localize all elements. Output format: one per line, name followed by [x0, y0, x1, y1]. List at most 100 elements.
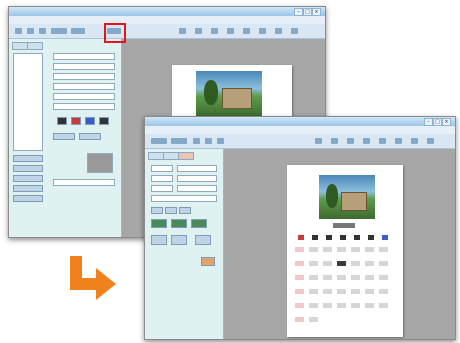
front-properties-panel — [145, 149, 224, 339]
front-canvas-area — [224, 149, 455, 339]
toolbar-button[interactable] — [227, 28, 234, 34]
highlight-box — [104, 23, 126, 43]
color-button[interactable] — [171, 219, 187, 228]
color-swatch[interactable] — [85, 117, 95, 125]
toolbar-button[interactable] — [39, 28, 46, 34]
spin-button[interactable] — [165, 207, 177, 214]
close-icon[interactable]: × — [442, 118, 451, 126]
toolbar-button[interactable] — [15, 28, 22, 34]
maximize-icon[interactable]: □ — [433, 118, 442, 126]
panel-button[interactable] — [171, 235, 187, 245]
color-button[interactable] — [191, 219, 207, 228]
toolbar-button[interactable] — [193, 138, 200, 144]
minimize-icon[interactable]: – — [294, 8, 303, 16]
panel-button[interactable] — [53, 133, 75, 140]
panel-button[interactable] — [13, 165, 43, 172]
toolbar-button[interactable] — [363, 138, 370, 144]
maximize-icon[interactable]: □ — [303, 8, 312, 16]
toolbar-button[interactable] — [331, 138, 338, 144]
day-cell — [295, 303, 304, 308]
option-field[interactable] — [53, 93, 115, 100]
toolbar-button[interactable] — [275, 28, 282, 34]
option-field[interactable] — [177, 165, 217, 172]
option-field[interactable] — [151, 185, 173, 192]
toolbar-button[interactable] — [171, 138, 187, 144]
panel-button[interactable] — [13, 185, 43, 192]
panel-tab[interactable] — [178, 152, 194, 160]
option-field[interactable] — [177, 185, 217, 192]
toolbar-button[interactable] — [427, 138, 434, 144]
color-swatch[interactable] — [71, 117, 81, 125]
toolbar-button[interactable] — [71, 28, 85, 34]
photo-house — [341, 191, 367, 212]
list-box[interactable] — [13, 53, 43, 151]
toolbar-button[interactable] — [205, 138, 212, 144]
option-field[interactable] — [53, 83, 115, 90]
panel-button[interactable] — [13, 175, 43, 182]
back-menu-bar — [9, 16, 325, 24]
option-field[interactable] — [53, 103, 115, 110]
toolbar-button[interactable] — [291, 28, 298, 34]
back-toolbar — [9, 24, 325, 39]
option-field[interactable] — [151, 175, 173, 182]
toolbar-button[interactable] — [315, 138, 322, 144]
panel-button[interactable] — [151, 235, 167, 245]
toolbar-button[interactable] — [395, 138, 402, 144]
back-properties-panel — [9, 39, 122, 237]
option-field[interactable] — [177, 175, 217, 182]
panel-tab[interactable] — [163, 152, 179, 160]
day-cell — [323, 261, 332, 266]
day-cell — [295, 289, 304, 294]
panel-tab[interactable] — [12, 42, 28, 50]
day-cell — [337, 303, 346, 308]
day-cell — [323, 289, 332, 294]
panel-tab[interactable] — [27, 42, 43, 50]
toolbar-button[interactable] — [411, 138, 418, 144]
photo-tree — [203, 80, 219, 106]
month-title-bar — [333, 223, 355, 228]
day-cell — [379, 247, 388, 252]
spin-button[interactable] — [179, 207, 191, 214]
toolbar-button[interactable] — [151, 138, 167, 144]
toolbar-button[interactable] — [379, 138, 386, 144]
apply-button[interactable] — [201, 257, 215, 266]
day-cell — [323, 247, 332, 252]
toolbar-button[interactable] — [27, 28, 34, 34]
option-field[interactable] — [151, 195, 217, 202]
panel-tab[interactable] — [148, 152, 164, 160]
close-icon[interactable]: × — [312, 8, 321, 16]
spin-button[interactable] — [151, 207, 163, 214]
color-button[interactable] — [151, 219, 167, 228]
day-cell — [295, 247, 304, 252]
toolbar-button[interactable] — [259, 28, 266, 34]
panel-button[interactable] — [13, 195, 43, 202]
color-swatch[interactable] — [57, 117, 67, 125]
toolbar-button[interactable] — [347, 138, 354, 144]
toolbar-button[interactable] — [179, 28, 186, 34]
panel-button[interactable] — [195, 235, 211, 245]
color-swatch[interactable] — [99, 117, 109, 125]
front-toolbar — [145, 134, 455, 149]
day-cell — [351, 275, 360, 280]
toolbar-button[interactable] — [51, 28, 67, 34]
calendar-photo — [319, 175, 375, 219]
toolbar-button[interactable] — [243, 28, 250, 34]
day-cell — [309, 317, 318, 322]
minimize-icon[interactable]: – — [424, 118, 433, 126]
option-field[interactable] — [53, 63, 115, 70]
day-cell — [351, 261, 360, 266]
option-field[interactable] — [53, 73, 115, 80]
weekday-header — [326, 235, 332, 240]
panel-button[interactable] — [79, 133, 101, 140]
option-field[interactable] — [53, 179, 115, 186]
toolbar-button[interactable] — [217, 138, 224, 144]
option-field[interactable] — [151, 165, 173, 172]
toolbar-button[interactable] — [195, 28, 202, 34]
option-field[interactable] — [53, 53, 115, 60]
panel-button[interactable] — [13, 155, 43, 162]
day-cell — [351, 247, 360, 252]
weekday-header — [312, 235, 318, 240]
day-cell — [365, 275, 374, 280]
toolbar-button[interactable] — [211, 28, 218, 34]
day-cell — [379, 303, 388, 308]
